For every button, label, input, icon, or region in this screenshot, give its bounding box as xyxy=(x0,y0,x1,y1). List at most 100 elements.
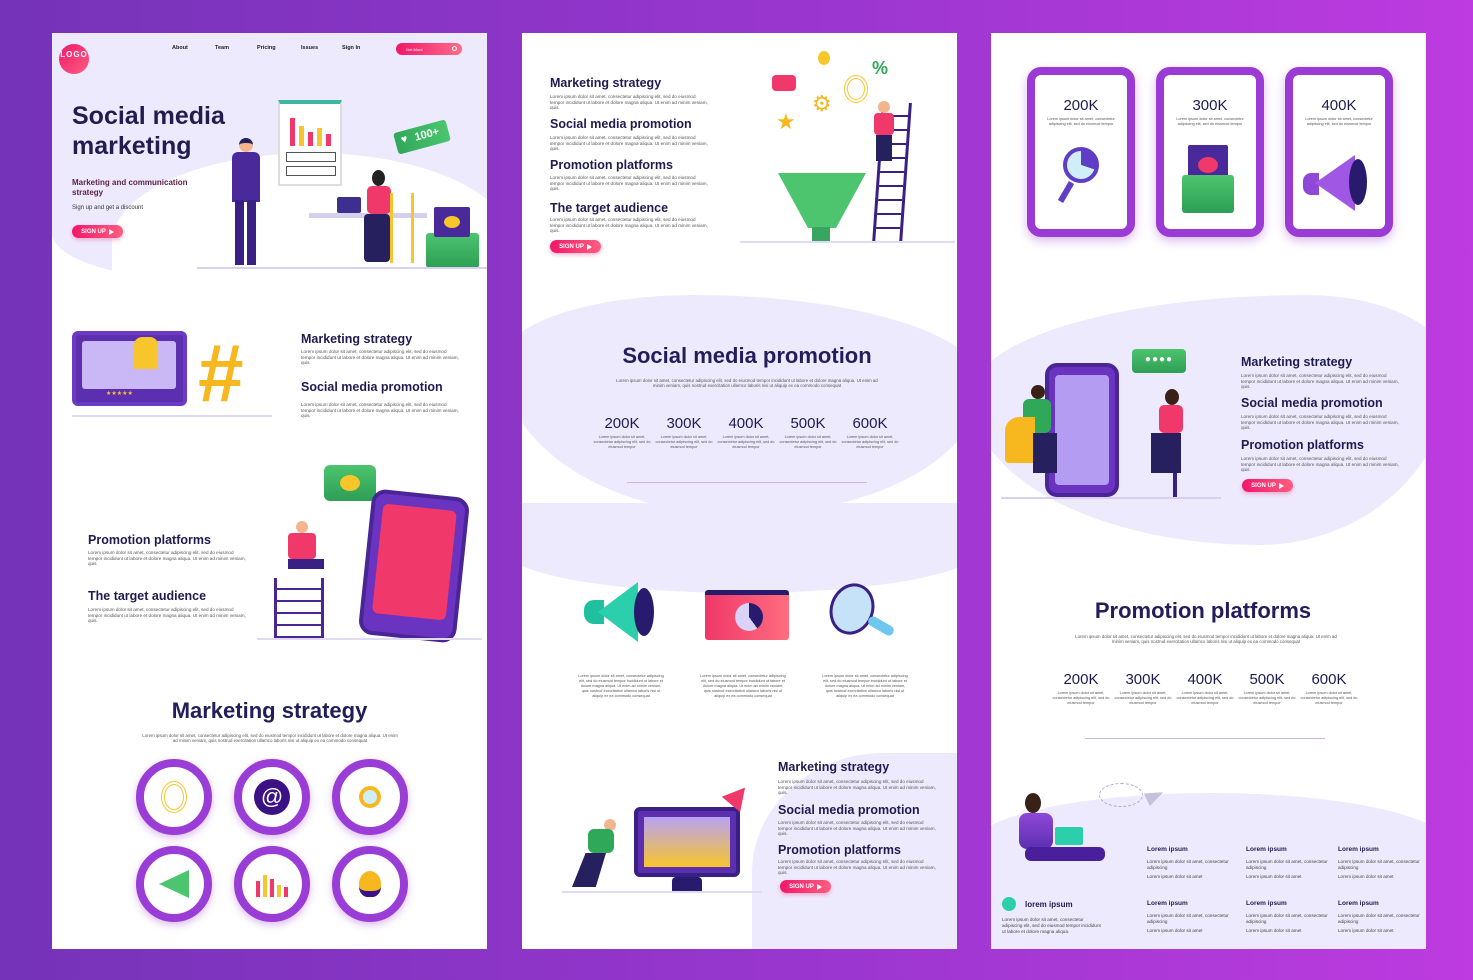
hashtag-icon: # xyxy=(198,328,244,419)
stat-value: 200K xyxy=(1063,97,1099,114)
section-text: Lorem ipsum dolor sit amet, consectetur … xyxy=(550,135,708,152)
ground-line xyxy=(562,891,762,893)
footer-link[interactable]: Lorem ipsum dolor sit amet xyxy=(1338,874,1426,880)
stat-text: Lorem ipsum dolor sit amet, consectetur … xyxy=(717,435,775,449)
stat-item: 600K Lorem ipsum dolor sit amet, consecte… xyxy=(840,415,900,449)
play-icon xyxy=(816,883,822,890)
stat-value: 500K xyxy=(790,415,826,432)
nav-about[interactable]: About xyxy=(172,45,188,51)
section-heading: Marketing strategy xyxy=(778,760,890,774)
stat-value: 400K xyxy=(1187,671,1223,688)
strategy-title: Marketing strategy xyxy=(171,698,368,723)
footer-column: Lorem ipsum Lorem ipsum dolor sit amet, c… xyxy=(1338,846,1426,882)
section-heading: Social media promotion xyxy=(1241,396,1383,410)
footer-link[interactable]: Lorem ipsum dolor sit amet xyxy=(1147,874,1237,880)
feature-text: Lorem ipsum dolor sit amet, consectetur … xyxy=(822,674,908,698)
footer-link[interactable]: Lorem ipsum dolor sit amet, consectetur … xyxy=(1147,859,1237,871)
section-heading: The target audience xyxy=(88,589,207,603)
nav-issues[interactable]: Issues xyxy=(301,45,318,51)
footer-column-title: Lorem ipsum xyxy=(1147,846,1188,853)
footer-link[interactable]: Lorem ipsum dolor sit amet xyxy=(1246,874,1336,880)
play-icon xyxy=(586,243,592,250)
footer-link[interactable]: Lorem ipsum dolor sit amet, consectetur … xyxy=(1147,913,1237,925)
feature-text: Lorem ipsum dolor sit amet, consectetur … xyxy=(700,674,786,698)
nav-sign-in[interactable]: Sign In xyxy=(342,45,360,51)
landing-page-hero-panel: LOGO About Team Pricing Issues Sign In G… xyxy=(52,33,487,949)
section-heading: Social media promotion xyxy=(301,380,443,394)
hero-tagline: Sign up and get a discount xyxy=(72,205,144,211)
stat-item: 600K Lorem ipsum dolor sit amet, consecte… xyxy=(1299,671,1359,705)
search-icon xyxy=(452,46,457,51)
monitor-chart-illustration xyxy=(634,807,740,877)
nav-team[interactable]: Team xyxy=(215,45,229,51)
ground-line xyxy=(1001,497,1221,499)
dotted-path xyxy=(1099,783,1143,807)
section-heading: Marketing strategy xyxy=(1241,355,1353,369)
footer-link[interactable]: Lorem ipsum dolor sit amet xyxy=(1246,928,1336,934)
hero-subtitle: Marketing and communication strategy xyxy=(72,178,188,197)
stat-value: 600K xyxy=(1311,671,1347,688)
strategy-text: Lorem ipsum dolor sit amet, consectetur … xyxy=(142,733,398,744)
footer-link[interactable]: Lorem ipsum dolor sit amet xyxy=(1338,928,1426,934)
section-text: Lorem ipsum dolor sit amet, consectetur … xyxy=(1241,373,1399,390)
gear-icon: ⚙ xyxy=(812,91,832,116)
section-heading: Promotion platforms xyxy=(778,843,901,857)
signup-button[interactable]: SIGN UP xyxy=(550,240,601,253)
funnel-illustration xyxy=(778,173,866,228)
stat-text: Lorem ipsum dolor sit amet, consectetur … xyxy=(655,435,713,449)
section-text: Lorem ipsum dolor sit amet, consectetur … xyxy=(301,402,459,419)
footer-logo-icon xyxy=(1002,897,1016,911)
footer-column: Lorem ipsum Lorem ipsum dolor sit amet, c… xyxy=(1147,846,1237,882)
signup-button[interactable]: SIGN UP xyxy=(1242,479,1293,492)
promotion-text: Lorem ipsum dolor sit amet, consectetur … xyxy=(616,378,878,389)
monitor-stand xyxy=(672,877,702,891)
stat-card: 300K Lorem ipsum dolor sit amet, consect… xyxy=(1156,67,1264,237)
video-folder-icon xyxy=(426,207,479,268)
footer-column-title: Lorem ipsum xyxy=(1338,846,1379,853)
stat-item: 300K Lorem ipsum dolor sit amet, consecte… xyxy=(1113,671,1173,705)
footer-link[interactable]: Lorem ipsum dolor sit amet, consectetur … xyxy=(1246,859,1336,871)
magnifier-chart-icon xyxy=(1063,147,1099,183)
stat-value: 500K xyxy=(1249,671,1285,688)
search-input[interactable]: Get More xyxy=(396,43,462,55)
feature-text: Lorem ipsum dolor sit amet, consectetur … xyxy=(578,674,664,698)
footer-link[interactable]: Lorem ipsum dolor sit amet, consectetur … xyxy=(1338,859,1426,871)
footer-link[interactable]: Lorem ipsum dolor sit amet, consectetur … xyxy=(1338,913,1426,925)
section-heading: Social media promotion xyxy=(550,117,692,131)
divider xyxy=(1085,738,1325,739)
section-heading: Marketing strategy xyxy=(301,332,413,346)
presentation-board-illustration xyxy=(278,100,342,186)
logo[interactable]: LOGO xyxy=(59,44,89,74)
nav-pricing[interactable]: Pricing xyxy=(257,45,276,51)
footer-link[interactable]: Lorem ipsum dolor sit amet xyxy=(1147,928,1237,934)
man-in-chair-illustration xyxy=(1005,385,1065,495)
signup-button[interactable]: SIGN UP xyxy=(780,880,831,893)
man-pushing-illustration xyxy=(572,819,622,889)
stat-text: Lorem ipsum dolor sit amet, consectetur … xyxy=(841,435,899,449)
dashboard-window-icon xyxy=(705,590,789,640)
section-text: Lorem ipsum dolor sit amet, consectetur … xyxy=(1241,456,1399,473)
man-on-ladder-illustration xyxy=(288,521,324,581)
youtube-icon xyxy=(772,75,796,91)
megaphone-icon xyxy=(1303,155,1378,215)
magnifier-icon xyxy=(332,759,408,835)
section-text: Lorem ipsum dolor sit amet, consectetur … xyxy=(550,217,708,234)
chair-illustration xyxy=(390,193,414,263)
section-text: Lorem ipsum dolor sit amet, consectetur … xyxy=(778,820,936,837)
stat-item: 400K Lorem ipsum dolor sit amet, consecte… xyxy=(716,415,776,449)
section-heading: Promotion platforms xyxy=(1241,438,1364,452)
chart-icon xyxy=(234,846,310,922)
ground-line xyxy=(257,638,482,640)
stat-text: Lorem ipsum dolor sit amet, consectetur … xyxy=(1176,691,1234,705)
stat-text: Lorem ipsum dolor sit amet, consectetur … xyxy=(593,435,651,449)
footer-link[interactable]: Lorem ipsum dolor sit amet, consectetur … xyxy=(1246,913,1336,925)
stat-value: 300K xyxy=(1192,97,1228,114)
platforms-title: Promotion platforms xyxy=(1094,598,1312,623)
signup-button[interactable]: SIGN UP xyxy=(72,225,123,238)
stat-text: Lorem ipsum dolor sit amet, consectetur … xyxy=(1305,117,1373,126)
stat-value: 300K xyxy=(1125,671,1161,688)
target-icon xyxy=(136,759,212,835)
landing-page-promotion-panel: Marketing strategy Lorem ipsum dolor sit… xyxy=(522,33,957,949)
section-heading: Promotion platforms xyxy=(550,158,673,172)
stat-value: 400K xyxy=(1321,97,1357,114)
